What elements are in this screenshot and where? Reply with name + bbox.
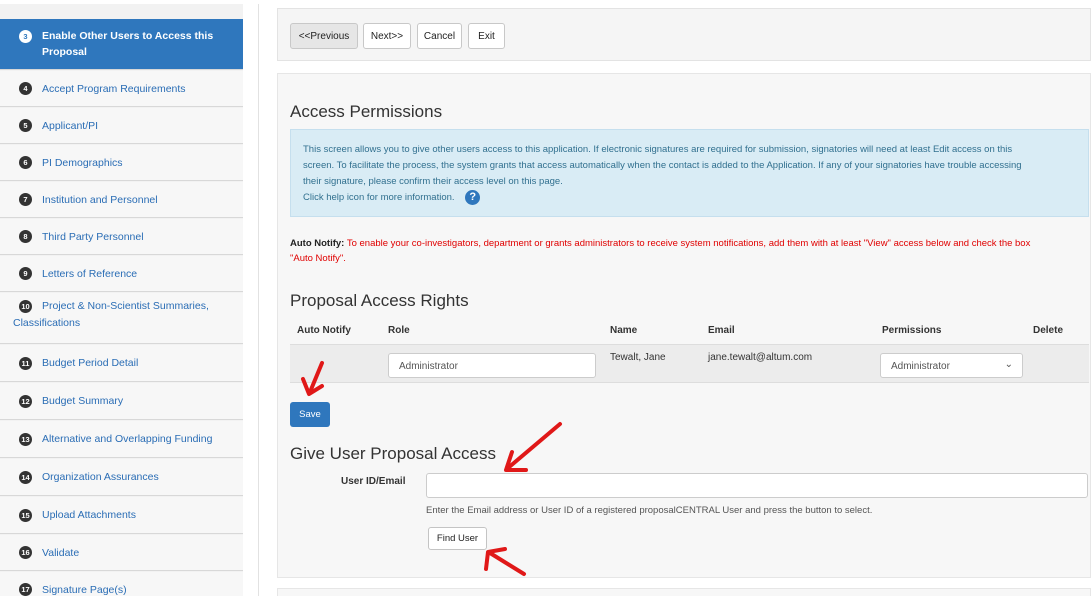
sidebar-item-label: Alternative and Overlapping Funding xyxy=(42,433,213,445)
step-number-badge: 16 xyxy=(19,546,32,559)
proposal-access-rights-title: Proposal Access Rights xyxy=(290,291,469,310)
step-number-badge: 17 xyxy=(19,583,32,596)
sidebar-item-label: Letters of Reference xyxy=(42,267,138,280)
user-name: Tewalt, Jane xyxy=(610,352,666,363)
role-input[interactable]: Administrator xyxy=(388,353,596,378)
col-delete: Delete xyxy=(1033,325,1064,336)
sidebar-item-label: Project & Non-Scientist Summaries, Class… xyxy=(13,300,209,329)
step-number-badge: 5 xyxy=(19,119,32,132)
sidebar-item-letters-of-reference[interactable]: 9 Letters of Reference xyxy=(0,256,243,292)
step-number-badge: 13 xyxy=(19,432,32,446)
help-line-text: Click help icon for more information. xyxy=(303,192,455,204)
step-number-badge: 3 xyxy=(19,30,32,43)
permissions-select-value: Administrator xyxy=(891,361,950,372)
sidebar-item-validate[interactable]: 16 Validate xyxy=(0,535,243,571)
give-access-title: Give User Proposal Access xyxy=(290,444,496,463)
col-name: Name xyxy=(610,325,638,336)
navigation-toolbar: <<Previous Next>> Cancel Exit xyxy=(277,8,1091,61)
cancel-button[interactable]: Cancel xyxy=(417,23,462,49)
sidebar-item-label: Accept Program Requirements xyxy=(42,82,186,95)
info-line: their signature, please confirm their ac… xyxy=(303,176,563,187)
step-number-badge: 9 xyxy=(19,267,32,280)
sidebar-item-label: Upload Attachments xyxy=(42,509,136,521)
sidebar-item-upload-attachments[interactable]: 15 Upload Attachments xyxy=(0,497,243,534)
sidebar-item-label: Validate xyxy=(42,546,80,559)
exit-button[interactable]: Exit xyxy=(468,23,505,49)
auto-notify-text-2: "Auto Notify". xyxy=(290,253,346,264)
step-number-badge: 4 xyxy=(19,82,32,95)
user-id-label: User ID/Email xyxy=(341,476,406,487)
top-strip xyxy=(0,0,1091,4)
auto-notify-label: Auto Notify: xyxy=(290,238,345,249)
user-id-email-input[interactable] xyxy=(426,473,1088,498)
col-role: Role xyxy=(388,325,410,336)
sidebar-item-third-party-personnel[interactable]: 8 Third Party Personnel xyxy=(0,219,243,255)
save-button[interactable]: Save xyxy=(290,402,330,427)
permissions-select[interactable]: Administrator ⌄ xyxy=(880,353,1023,378)
step-number-badge: 8 xyxy=(19,230,32,243)
sidebar-item-overlapping-funding[interactable]: 13 Alternative and Overlapping Funding xyxy=(0,421,243,458)
info-box: This screen allows you to give other use… xyxy=(290,129,1089,217)
step-number-badge: 6 xyxy=(19,156,32,169)
previous-button[interactable]: <<Previous xyxy=(290,23,358,49)
next-button[interactable]: Next>> xyxy=(363,23,411,49)
auto-notify-text: To enable your co-investigators, departm… xyxy=(346,238,1031,249)
col-auto-notify: Auto Notify xyxy=(297,325,351,336)
sidebar-item-applicant-pi[interactable]: 5 Applicant/PI xyxy=(0,108,243,144)
auto-notify-notice: Auto Notify: To enable your co-investiga… xyxy=(290,236,1090,266)
sidebar-item-signature-pages[interactable]: 17 Signature Page(s) xyxy=(0,572,243,596)
step-number-badge: 7 xyxy=(19,193,32,206)
find-user-button[interactable]: Find User xyxy=(428,527,487,550)
sidebar-item-label: Budget Period Detail xyxy=(42,357,139,369)
sidebar-item-pi-demographics[interactable]: 6 PI Demographics xyxy=(0,145,243,181)
sidebar-item-label: Applicant/PI xyxy=(42,119,99,132)
col-email: Email xyxy=(708,325,735,336)
col-permissions: Permissions xyxy=(882,325,942,336)
sidebar-item-label: PI Demographics xyxy=(42,156,123,169)
info-line: screen. To facilitate the process, the s… xyxy=(303,160,1022,171)
sidebar-item-label: Third Party Personnel xyxy=(42,230,144,243)
sidebar-item-organization-assurances[interactable]: 14 Organization Assurances xyxy=(0,459,243,496)
sidebar-item-program-requirements[interactable]: 4 Accept Program Requirements xyxy=(0,71,243,107)
sidebar-item-enable-access[interactable]: 3 Enable Other Users to Access this Prop… xyxy=(0,19,243,70)
sidebar-item-label: Budget Summary xyxy=(42,395,124,407)
sidebar-item-summaries[interactable]: 10 Project & Non-Scientist Summaries, Cl… xyxy=(0,293,243,344)
step-number-badge: 12 xyxy=(19,394,32,408)
sidebar-item-label: Institution and Personnel xyxy=(42,193,158,206)
sidebar-item-label: Enable Other Users to Access this Propos… xyxy=(42,30,214,58)
info-line: This screen allows you to give other use… xyxy=(303,144,1013,155)
help-icon[interactable]: ? xyxy=(465,190,481,205)
user-email: jane.tewalt@altum.com xyxy=(708,352,813,363)
next-panel xyxy=(277,588,1091,596)
sidebar-item-label: Organization Assurances xyxy=(42,471,159,483)
step-number-badge: 15 xyxy=(19,508,32,522)
sidebar: 3 Enable Other Users to Access this Prop… xyxy=(0,0,243,596)
content-divider xyxy=(258,0,259,596)
sidebar-item-label: Signature Page(s) xyxy=(42,583,127,596)
find-user-help-text: Enter the Email address or User ID of a … xyxy=(426,505,873,516)
step-number-badge: 11 xyxy=(19,356,32,370)
access-permissions-title: Access Permissions xyxy=(290,102,443,121)
help-line: Click help icon for more information. ? xyxy=(303,190,1076,206)
chevron-down-icon: ⌄ xyxy=(1004,359,1013,370)
sidebar-item-institution-personnel[interactable]: 7 Institution and Personnel xyxy=(0,182,243,218)
step-number-badge: 14 xyxy=(19,470,32,484)
sidebar-item-budget-summary[interactable]: 12 Budget Summary xyxy=(0,383,243,420)
sidebar-item-budget-period-detail[interactable]: 11 Budget Period Detail xyxy=(0,345,243,382)
